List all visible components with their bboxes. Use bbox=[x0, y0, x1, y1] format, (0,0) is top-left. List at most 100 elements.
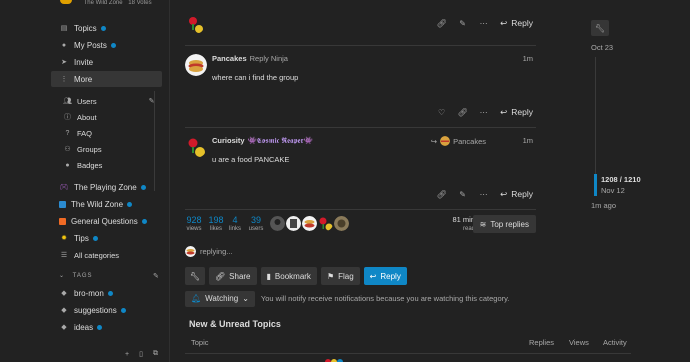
tags-section-title[interactable]: ⌄ TAGS ✎ bbox=[59, 272, 159, 280]
edit-icon[interactable]: ✎ bbox=[452, 187, 473, 201]
sidebar-item-topics[interactable]: ▤ Topics bbox=[51, 20, 162, 36]
edit-icon[interactable]: ✎ bbox=[452, 16, 473, 30]
sidebar-item-about[interactable]: ⓘ About bbox=[51, 109, 155, 125]
reply-to-tab[interactable]: ↪ Pancakes bbox=[431, 136, 486, 146]
sidebar-item-more[interactable]: ⋮ More bbox=[51, 71, 162, 87]
sidebar-category-tips[interactable]: ✹ Tips bbox=[51, 230, 162, 246]
sidebar-item-label: Invite bbox=[74, 57, 94, 67]
timeline-scroll-handle[interactable] bbox=[594, 174, 597, 196]
sidebar-item-groups[interactable]: ⚇ Groups bbox=[51, 141, 155, 157]
sidebar-item-my-posts[interactable]: ● My Posts bbox=[51, 37, 162, 53]
stat-links[interactable]: 4 links bbox=[229, 215, 241, 233]
bell-icon: 🔔︎ bbox=[191, 294, 202, 303]
paper-plane-icon: ➤ bbox=[61, 59, 67, 66]
post-author[interactable]: Curiosity 👾𝕮𝖔𝖘𝖒𝖎𝖈 𝕽𝖊𝖆𝖕𝖊𝖗👾 bbox=[212, 136, 313, 146]
participant-avatar[interactable] bbox=[302, 216, 317, 231]
reply-button[interactable]: ↩ Reply bbox=[494, 187, 536, 201]
top-replies-button[interactable]: ≋ Top replies bbox=[472, 215, 536, 233]
sidebar-item-invite[interactable]: ➤ Invite bbox=[51, 54, 162, 70]
link-icon[interactable]: 🔗︎ bbox=[431, 187, 452, 201]
category-square-icon bbox=[59, 217, 66, 225]
stat-likes[interactable]: 198 likes bbox=[207, 215, 225, 233]
reply-button[interactable]: ↩ Reply bbox=[494, 16, 536, 30]
bookmark-label: Bookmark bbox=[274, 271, 311, 281]
timeline-admin-button[interactable]: 🔧︎ bbox=[591, 20, 609, 36]
stat-users[interactable]: 39 users bbox=[247, 215, 265, 233]
avatar bbox=[185, 246, 196, 257]
groups-icon: ⚇ bbox=[64, 146, 71, 153]
users-count: 39 bbox=[250, 215, 261, 225]
column-replies[interactable]: Replies bbox=[529, 338, 554, 347]
unread-dot bbox=[110, 42, 116, 48]
reply-topic-button[interactable]: ↩ Reply bbox=[363, 267, 407, 285]
participant-avatar[interactable] bbox=[334, 216, 349, 231]
notification-level-dropdown[interactable]: 🔔︎ Watching ⌄ bbox=[185, 290, 255, 307]
header-category[interactable]: The Wild Zone bbox=[84, 0, 123, 6]
timeline-start-date[interactable]: Oct 23 bbox=[591, 43, 613, 52]
post-date[interactable]: 1m bbox=[523, 136, 533, 145]
chevron-down-icon: ⌄ bbox=[242, 294, 249, 303]
more-icon[interactable]: ⋯ bbox=[473, 187, 494, 201]
column-activity[interactable]: Activity bbox=[603, 338, 627, 347]
tag-icon: ◆ bbox=[61, 290, 67, 297]
flag-icon: ⚑ bbox=[326, 271, 335, 281]
sidebar-all-categories[interactable]: ☰ All categories bbox=[51, 247, 162, 263]
link-icon[interactable]: 🔗︎ bbox=[452, 105, 473, 119]
avatar[interactable] bbox=[185, 14, 205, 34]
sidebar-tag-bro-mon[interactable]: ◆ bro-mon bbox=[51, 285, 162, 301]
post-actions: ♡ 🔗︎ ⋯ ↩ Reply bbox=[431, 105, 536, 119]
more-icon[interactable]: ⋯ bbox=[473, 105, 494, 119]
link-icon[interactable]: 🔗︎ bbox=[431, 16, 452, 30]
pencil-icon[interactable]: ✎ bbox=[147, 97, 156, 105]
unread-dot bbox=[97, 324, 103, 330]
users-icon: 👥︎ bbox=[63, 98, 72, 105]
share-button[interactable]: 🔗︎ Share bbox=[209, 267, 257, 285]
sidebar-tag-suggestions[interactable]: ◆ suggestions bbox=[51, 302, 162, 318]
replying-text: replying... bbox=[200, 247, 233, 256]
plus-icon[interactable]: + bbox=[125, 351, 129, 358]
more-icon[interactable]: ⋯ bbox=[473, 16, 494, 30]
sidebar-category-the-playing-zone[interactable]: 🎮︎ The Playing Zone bbox=[51, 179, 162, 195]
views-count: 928 bbox=[186, 215, 202, 225]
participant-avatar[interactable] bbox=[270, 216, 285, 231]
sidebar-item-label: The Playing Zone bbox=[74, 182, 137, 192]
sidebar-item-users[interactable]: 👥︎ Users ✎ bbox=[51, 93, 155, 109]
avatar[interactable] bbox=[185, 54, 207, 76]
reply-label: Reply bbox=[511, 18, 533, 28]
flag-button[interactable]: ⚑ Flag bbox=[320, 267, 360, 285]
timeline-last-activity[interactable]: 1m ago bbox=[591, 201, 616, 210]
admin-wrench-button[interactable]: 🔧︎ bbox=[185, 267, 205, 285]
unread-dot bbox=[100, 25, 106, 31]
reply-button[interactable]: ↩ Reply bbox=[494, 105, 536, 119]
header-votes: 18 Votes bbox=[128, 0, 152, 6]
pencil-icon[interactable]: ✎ bbox=[153, 272, 160, 280]
sidebar-item-faq[interactable]: ? FAQ bbox=[51, 125, 155, 141]
toggle-sidebar-icon[interactable]: ⧉ bbox=[153, 350, 158, 358]
username[interactable]: Pancakes bbox=[212, 54, 247, 63]
sidebar-item-badges[interactable]: ● Badges bbox=[51, 157, 155, 173]
bookmark-button[interactable]: ▮ Bookmark bbox=[260, 267, 317, 285]
heart-icon[interactable]: ♡ bbox=[431, 105, 452, 119]
post-author[interactable]: Pancakes Reply Ninja bbox=[212, 54, 288, 63]
sidebar-category-the-wild-zone[interactable]: The Wild Zone bbox=[51, 196, 162, 212]
reply-arrow-icon: ↩ bbox=[369, 271, 377, 281]
replying-indicator: replying... bbox=[185, 246, 233, 257]
sidebar-category-general-questions[interactable]: General Questions bbox=[51, 213, 162, 229]
avatar[interactable] bbox=[185, 136, 207, 158]
post-date[interactable]: 1m bbox=[523, 54, 533, 63]
participant-avatar[interactable] bbox=[286, 216, 301, 231]
site-logo[interactable] bbox=[60, 0, 72, 4]
participant-avatar[interactable] bbox=[318, 216, 333, 231]
sidebar-tag-ideas[interactable]: ◆ ideas bbox=[51, 319, 162, 335]
column-views[interactable]: Views bbox=[569, 338, 589, 347]
topic-timeline: 🔧︎ Oct 23 1208 / 1210 Nov 12 1m ago bbox=[585, 18, 665, 218]
user-title: Reply Ninja bbox=[249, 54, 288, 63]
column-topic[interactable]: Topic bbox=[191, 338, 209, 347]
question-icon: ? bbox=[65, 129, 70, 137]
username[interactable]: Curiosity bbox=[212, 136, 245, 145]
mobile-icon[interactable]: ▯ bbox=[139, 350, 143, 358]
reply-to-arrow-icon: ↪ bbox=[430, 136, 438, 146]
top-strip: The Wild Zone 18 Votes bbox=[60, 0, 152, 8]
top-replies-label: Top replies bbox=[490, 219, 529, 229]
list-icon: ☰ bbox=[60, 252, 68, 259]
